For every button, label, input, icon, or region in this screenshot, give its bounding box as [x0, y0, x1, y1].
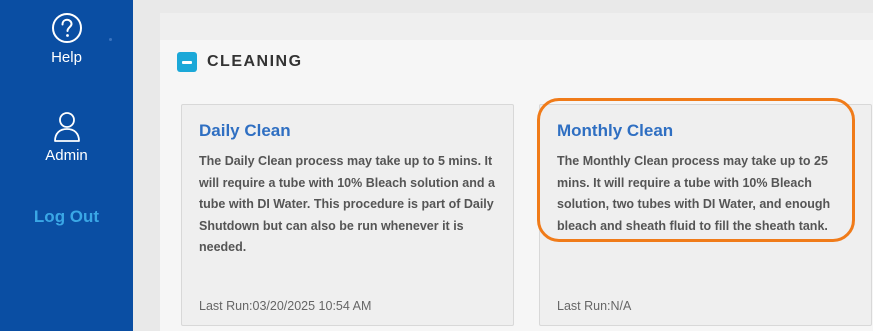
last-run-text: Last Run:N/A — [557, 299, 632, 313]
help-circle-icon — [51, 13, 82, 43]
sidebar-item-admin[interactable]: Admin — [0, 109, 133, 164]
daily-clean-card[interactable]: Daily Clean The Daily Clean process may … — [181, 104, 514, 326]
section-title: CLEANING — [207, 53, 303, 70]
content-gutter — [133, 0, 160, 331]
highlight-outline — [537, 98, 855, 242]
card-title: Daily Clean — [199, 121, 291, 140]
divider-dot — [109, 38, 112, 41]
user-icon — [53, 112, 80, 142]
last-run-text: Last Run:03/20/2025 10:54 AM — [199, 299, 372, 313]
card-description: The Daily Clean process may take up to 5… — [199, 154, 495, 254]
sidebar-item-label: Admin — [45, 147, 88, 164]
sidebar: Help Admin Log Out — [0, 0, 133, 331]
sidebar-item-help[interactable]: Help — [0, 11, 133, 66]
sidebar-item-label: Help — [51, 49, 82, 66]
top-band-panel — [160, 13, 873, 40]
section-header: CLEANING — [177, 50, 303, 74]
logout-link[interactable]: Log Out — [0, 207, 133, 227]
collapse-minus-icon[interactable] — [177, 52, 197, 72]
